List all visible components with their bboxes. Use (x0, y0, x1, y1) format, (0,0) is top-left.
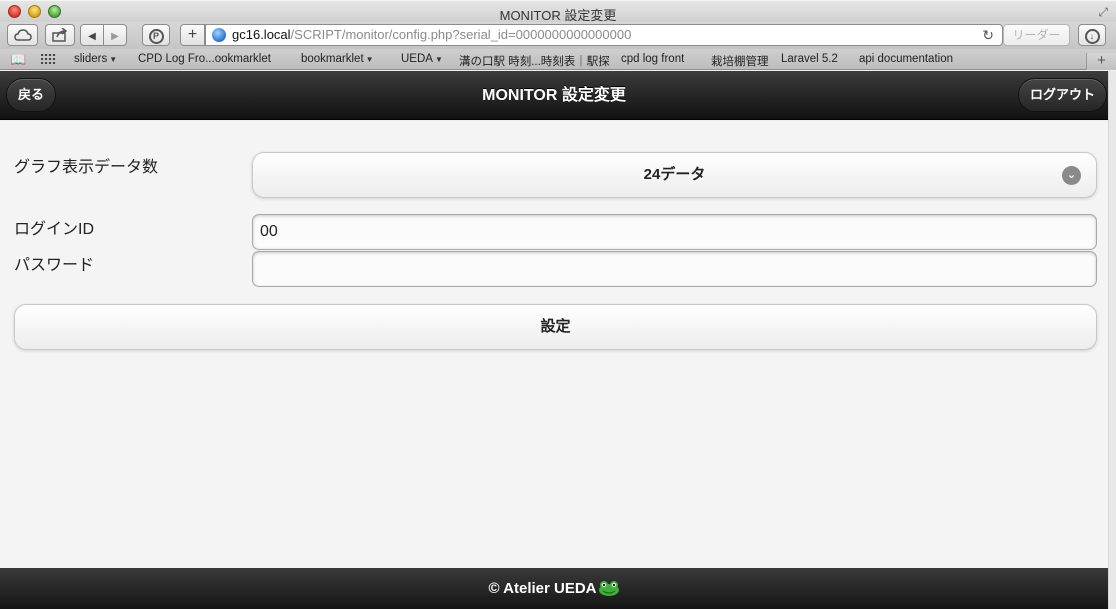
app-header: MONITOR 設定変更 戻る ログアウト (0, 71, 1108, 120)
scrollbar[interactable] (1108, 71, 1116, 609)
bookmark-label: UEDA (401, 53, 433, 65)
forward-button[interactable]: ▶ (103, 24, 127, 46)
reload-icon[interactable]: ↻ (982, 25, 994, 45)
bookmark-cpd-log-front[interactable]: cpd log front (621, 53, 684, 65)
pinterest-icon: P (148, 29, 164, 44)
book-icon[interactable]: 📖 (10, 52, 26, 68)
bookmark-bookmarklet[interactable]: bookmarklet ▼ (301, 53, 374, 65)
bookmark-label: bookmarklet (301, 53, 364, 65)
url-path: /SCRIPT/monitor/config.php?serial_id=000… (290, 27, 632, 42)
bookmark-laravel[interactable]: Laravel 5.2 (781, 53, 838, 65)
page-title: MONITOR 設定変更 (482, 87, 626, 104)
frog-icon (598, 580, 619, 596)
bookmark-sliders[interactable]: sliders ▼ (74, 53, 117, 65)
password-input[interactable] (252, 251, 1097, 287)
password-label: パスワード (14, 257, 95, 274)
config-form: グラフ表示データ数 24データ ⌄ ログインID 00 パスワード 設定 (0, 121, 1108, 568)
bookmark-timetable[interactable]: 溝の口駅 時刻...時刻表｜駅探 (459, 53, 610, 69)
address-bar[interactable]: gc16.local/SCRIPT/monitor/config.php?ser… (205, 24, 1003, 46)
bookmarks-bar: 📖 sliders ▼ CPD Log Fro...ookmarklet book… (0, 49, 1116, 70)
back-nav-button[interactable]: 戻る (6, 78, 57, 112)
login-id-label: ログインID (14, 221, 95, 238)
share-icon (52, 27, 68, 42)
downloads-button[interactable]: ↓ (1078, 24, 1106, 46)
browser-toolbar: ◀ ▶ P + gc16.local/SCRIPT/monitor/config… (0, 22, 1116, 49)
icloud-tabs-button[interactable] (7, 24, 38, 46)
fullscreen-icon[interactable]: ⤢ (1098, 5, 1108, 20)
new-tab-plus-button[interactable]: + (1086, 53, 1116, 70)
footer: © Atelier UEDA (0, 568, 1108, 609)
bookmark-api-docs[interactable]: api documentation (859, 53, 953, 65)
chevron-down-icon: ⌄ (1062, 166, 1081, 185)
bookmark-label: api documentation (859, 53, 953, 65)
top-sites-grid-icon[interactable] (41, 54, 56, 64)
window-titlebar: MONITOR 設定変更 ⤢ (0, 0, 1116, 23)
graph-count-value: 24データ (643, 166, 706, 183)
bookmark-label: CPD Log Fro...ookmarklet (138, 53, 271, 65)
graph-count-label: グラフ表示データ数 (14, 159, 159, 176)
back-arrow-icon: ◀ (88, 31, 96, 42)
forward-arrow-icon: ▶ (111, 31, 119, 42)
back-button[interactable]: ◀ (80, 24, 104, 46)
footer-copyright: © Atelier UEDA (488, 580, 597, 597)
bookmark-label: 栽培棚管理 (711, 56, 769, 68)
new-tab-button[interactable]: + (180, 24, 205, 46)
bookmark-label: Laravel 5.2 (781, 53, 838, 65)
login-id-input[interactable]: 00 (252, 214, 1097, 250)
bookmark-cpd-log[interactable]: CPD Log Fro...ookmarklet (138, 53, 271, 65)
logout-button[interactable]: ログアウト (1018, 78, 1108, 112)
caret-down-icon: ▼ (109, 55, 118, 64)
cloud-icon (13, 29, 32, 41)
bookmark-label: sliders (74, 53, 108, 65)
bookmark-label: 溝の口駅 時刻...時刻表｜駅探 (459, 56, 610, 68)
caret-down-icon: ▼ (434, 55, 443, 64)
share-button[interactable] (45, 24, 75, 46)
download-icon: ↓ (1084, 29, 1100, 44)
bookmark-label: cpd log front (621, 53, 685, 65)
graph-count-select[interactable]: 24データ ⌄ (252, 152, 1097, 198)
bookmark-shelf-management[interactable]: 栽培棚管理 (711, 53, 769, 69)
submit-button[interactable]: 設定 (14, 304, 1097, 350)
caret-down-icon: ▼ (365, 55, 374, 64)
pinterest-button[interactable]: P (142, 24, 170, 46)
globe-icon (212, 28, 226, 42)
url-host: gc16.local (232, 27, 291, 42)
url-text[interactable]: gc16.local/SCRIPT/monitor/config.php?ser… (232, 25, 631, 45)
bookmark-ueda[interactable]: UEDA ▼ (401, 53, 443, 65)
reader-button[interactable]: リーダー (1003, 24, 1070, 46)
